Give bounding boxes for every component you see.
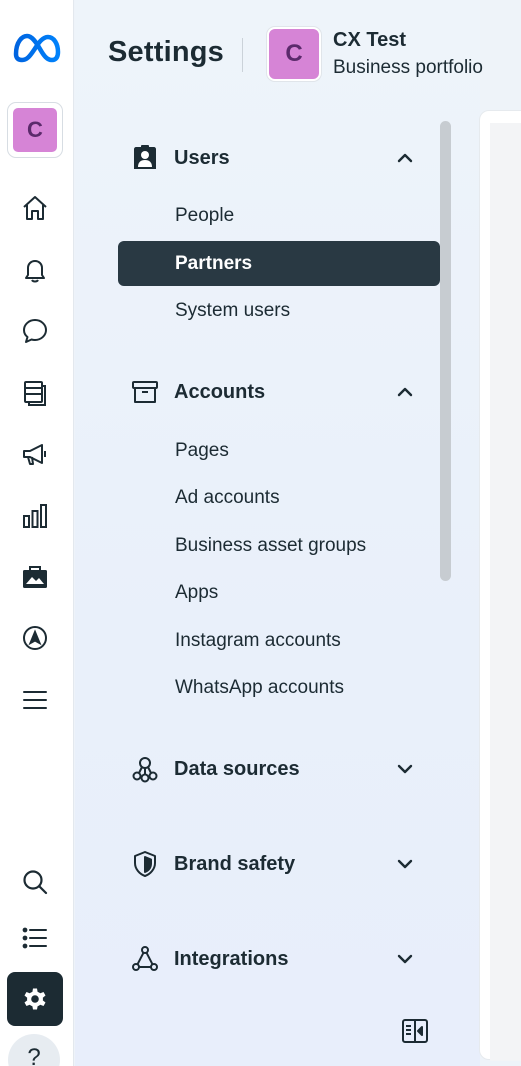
section-accounts-label: Accounts — [174, 380, 266, 403]
account-avatar-letter: C — [13, 108, 57, 152]
page-title: Settings — [108, 36, 224, 68]
chevron-down-icon — [397, 859, 413, 869]
section-brand-safety-label: Brand safety — [174, 852, 296, 875]
account-avatar[interactable]: C — [7, 102, 63, 158]
section-data-sources-label: Data sources — [174, 757, 300, 780]
menu-icon — [23, 691, 47, 709]
content-icon — [24, 381, 46, 406]
nav-item-ad-accounts[interactable]: Ad accounts — [118, 475, 440, 520]
notifications-button[interactable] — [11, 246, 59, 294]
archive-icon — [130, 377, 160, 407]
insights-button[interactable] — [11, 492, 59, 540]
explore-button[interactable] — [11, 614, 59, 662]
collapse-panel-icon[interactable] — [400, 1016, 430, 1046]
tasks-button[interactable] — [11, 914, 59, 962]
meta-logo-icon[interactable] — [10, 30, 62, 66]
content-placeholder — [490, 123, 521, 1061]
chevron-up-icon — [397, 153, 413, 163]
chat-icon — [23, 319, 47, 343]
nav-item-instagram-accounts[interactable]: Instagram accounts — [118, 618, 440, 663]
home-button[interactable] — [11, 184, 59, 232]
help-icon: ? — [27, 1044, 41, 1066]
ads-button[interactable] — [11, 430, 59, 478]
nav-item-whatsapp-accounts[interactable]: WhatsApp accounts — [118, 665, 440, 710]
data-sources-icon — [130, 754, 160, 784]
nav-item-business-asset-groups[interactable]: Business asset groups — [118, 523, 440, 568]
business-name[interactable]: CX Test — [333, 29, 406, 52]
integrations-icon — [130, 944, 160, 974]
nav-item-pages[interactable]: Pages — [118, 428, 440, 473]
section-brand-safety[interactable]: Brand safety — [118, 844, 438, 884]
gear-icon — [24, 988, 46, 1010]
chevron-up-icon — [397, 387, 413, 397]
business-subtitle: Business portfolio — [333, 57, 483, 78]
all-tools-button[interactable] — [11, 676, 59, 724]
search-button[interactable] — [11, 858, 59, 906]
section-integrations-label: Integrations — [174, 947, 289, 970]
section-data-sources[interactable]: Data sources — [118, 749, 438, 789]
nav-item-people[interactable]: People — [118, 193, 440, 238]
compass-icon — [23, 626, 47, 650]
nav-item-partners[interactable]: Partners — [118, 241, 440, 286]
header-divider — [242, 38, 243, 72]
chart-icon — [23, 504, 47, 528]
search-icon — [23, 870, 48, 895]
briefcase-icon — [23, 566, 47, 588]
chevron-down-icon — [397, 954, 413, 964]
section-users-label: Users — [174, 146, 230, 169]
main-content — [479, 110, 521, 1061]
settings-button[interactable] — [7, 972, 63, 1026]
business-tools-button[interactable] — [11, 553, 59, 601]
nav-item-apps[interactable]: Apps — [118, 570, 440, 615]
section-integrations[interactable]: Integrations — [118, 939, 438, 979]
chevron-down-icon — [397, 764, 413, 774]
section-users[interactable]: Users — [118, 138, 438, 178]
content-button[interactable] — [11, 368, 59, 416]
users-icon — [130, 143, 160, 173]
section-accounts[interactable]: Accounts — [118, 372, 438, 412]
messages-button[interactable] — [11, 307, 59, 355]
nav-item-system-users[interactable]: System users — [118, 288, 440, 333]
list-icon — [22, 927, 47, 949]
nav-scrollbar[interactable] — [440, 121, 451, 581]
help-button[interactable]: ? — [8, 1034, 60, 1066]
megaphone-icon — [23, 444, 46, 465]
shield-icon — [130, 849, 160, 879]
home-icon — [23, 196, 47, 220]
bell-icon — [25, 260, 45, 283]
business-avatar[interactable]: C — [267, 27, 321, 81]
left-rail: C ? — [0, 0, 74, 1066]
